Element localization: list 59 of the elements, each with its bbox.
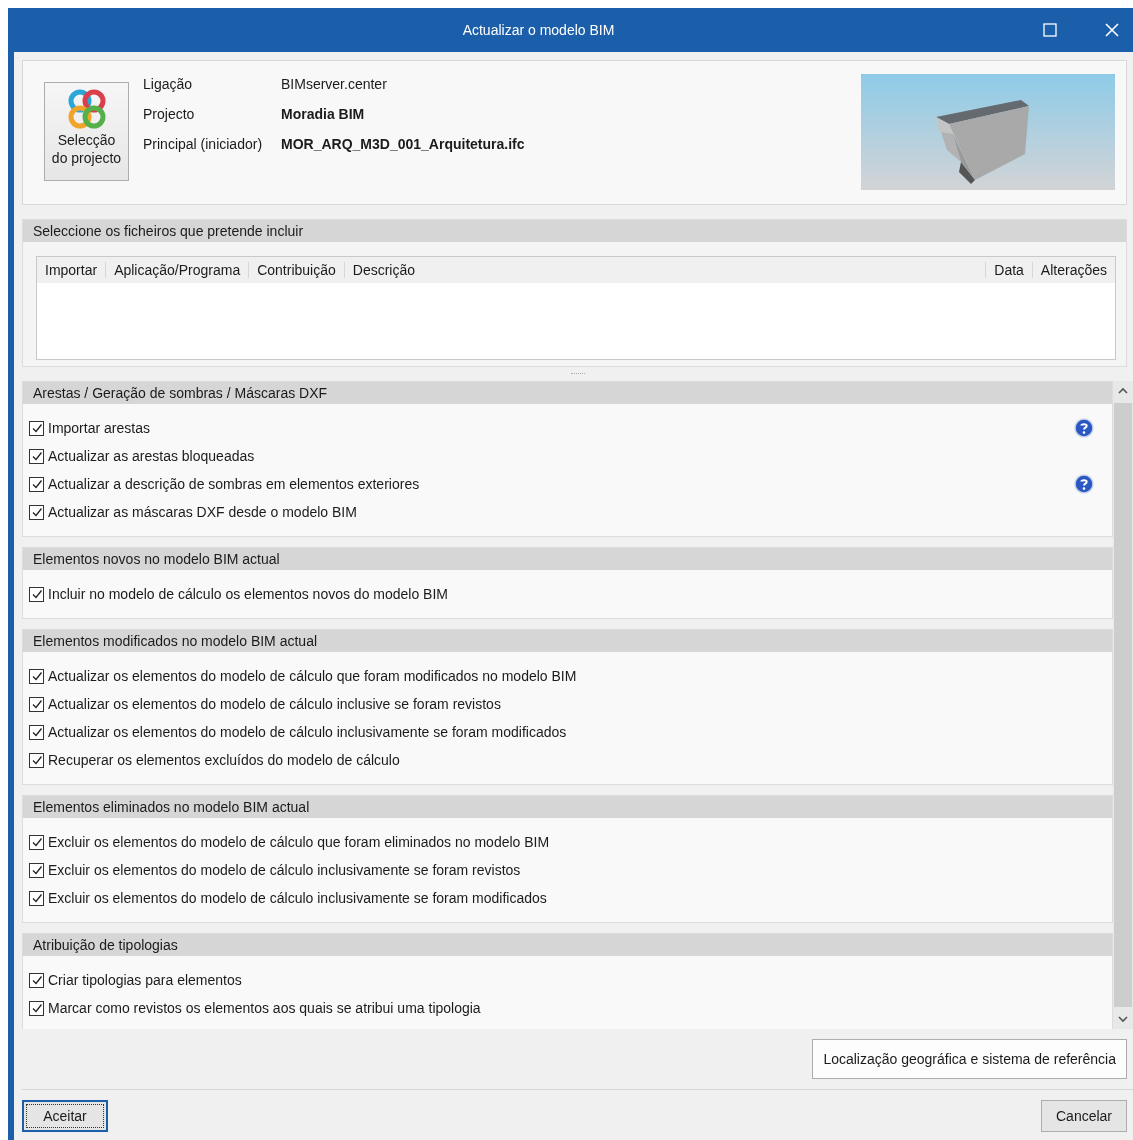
checkbox[interactable] xyxy=(29,972,44,988)
field-label: Ligação xyxy=(143,76,194,92)
option-label: Actualizar as máscaras DXF desde o modelo BIM xyxy=(48,504,357,520)
close-icon[interactable] xyxy=(1105,23,1119,37)
help-icon[interactable] xyxy=(1074,474,1094,494)
field-value: MOR_ARQ_M3D_001_Arquitetura.ifc xyxy=(281,136,525,152)
checkbox[interactable] xyxy=(29,834,44,850)
checkbox[interactable] xyxy=(29,668,44,684)
option-label: Importar arestas xyxy=(48,420,150,436)
field-value: BIMserver.center xyxy=(281,76,387,92)
geo-reference-button[interactable]: Localização geográfica e sistema de referência xyxy=(812,1039,1127,1079)
section-header: Arestas / Geração de sombras / Máscaras DXF xyxy=(23,382,1112,404)
checkbox[interactable] xyxy=(29,448,44,464)
maximize-icon[interactable] xyxy=(1043,23,1057,37)
column-header[interactable]: Contribuição xyxy=(249,262,345,278)
column-header[interactable]: Importar xyxy=(37,262,107,278)
section-header: Elementos eliminados no modelo BIM actual xyxy=(23,796,1112,818)
cancel-button[interactable]: Cancelar xyxy=(1041,1100,1127,1132)
option-label: Recuperar os elementos excluídos do modelo de cálculo xyxy=(48,752,400,768)
checkbox[interactable] xyxy=(29,504,44,520)
option-label: Actualizar os elementos do modelo de cálculo inclusivamente se foram modificados xyxy=(48,724,567,740)
checkbox[interactable] xyxy=(29,586,44,602)
section-header: Elementos novos no modelo BIM actual xyxy=(23,548,1112,570)
field-label: Principal (iniciador) xyxy=(143,136,264,152)
option-label: Excluir os elementos do modelo de cálculo inclusivamente se foram modificados xyxy=(48,890,547,906)
column-header[interactable]: Data xyxy=(986,262,1033,278)
field-value: Moradia BIM xyxy=(281,106,365,122)
scrollbar[interactable] xyxy=(1113,381,1133,1029)
column-header[interactable]: Descrição xyxy=(344,262,987,278)
checkbox[interactable] xyxy=(29,696,44,712)
option-label: Actualizar os elementos do modelo de cálculo que foram modificados no modelo BIM xyxy=(48,668,577,684)
splitter-grip[interactable] xyxy=(570,372,585,376)
section-header: Elementos modificados no modelo BIM actual xyxy=(23,630,1112,652)
column-header[interactable]: Aplicação/Programa xyxy=(106,262,250,278)
checkbox[interactable] xyxy=(29,752,44,768)
checkbox[interactable] xyxy=(29,862,44,878)
checkbox[interactable] xyxy=(29,890,44,906)
option-label: Actualizar os elementos do modelo de cálculo inclusive se foram revistos xyxy=(48,696,501,712)
option-label: Excluir os elementos do modelo de cálculo inclusivamente se foram revistos xyxy=(48,862,521,878)
project-select-button[interactable]: Selecção do projecto xyxy=(44,82,129,181)
checkbox[interactable] xyxy=(29,724,44,740)
option-label: Criar tipologias para elementos xyxy=(48,972,242,988)
section-header: Seleccione os ficheiros que pretende incluir xyxy=(23,220,1126,242)
scroll-down-icon[interactable] xyxy=(1118,1015,1128,1023)
checkbox[interactable] xyxy=(29,1000,44,1016)
option-label: Actualizar a descrição de sombras em elementos exteriores xyxy=(48,476,420,492)
help-icon[interactable] xyxy=(1074,418,1094,438)
scroll-up-icon[interactable] xyxy=(1118,387,1128,395)
field-label: Projecto xyxy=(143,106,196,122)
option-label: Incluir no modelo de cálculo os elementos novos do modelo BIM xyxy=(48,586,448,602)
option-label: Marcar como revistos os elementos aos quais se atribui uma tipologia xyxy=(48,1000,481,1016)
checkbox[interactable] xyxy=(29,420,44,436)
column-header[interactable]: Alterações xyxy=(1032,262,1115,278)
checkbox[interactable] xyxy=(29,476,44,492)
section-header: Atribuição de tipologias xyxy=(23,934,1112,956)
option-label: Excluir os elementos do modelo de cálculo que foram eliminados no modelo BIM xyxy=(48,834,550,850)
accept-button[interactable]: Aceitar xyxy=(22,1100,108,1132)
option-label: Actualizar as arestas bloqueadas xyxy=(48,448,255,464)
window-title: Actualizar o modelo BIM xyxy=(461,22,616,38)
